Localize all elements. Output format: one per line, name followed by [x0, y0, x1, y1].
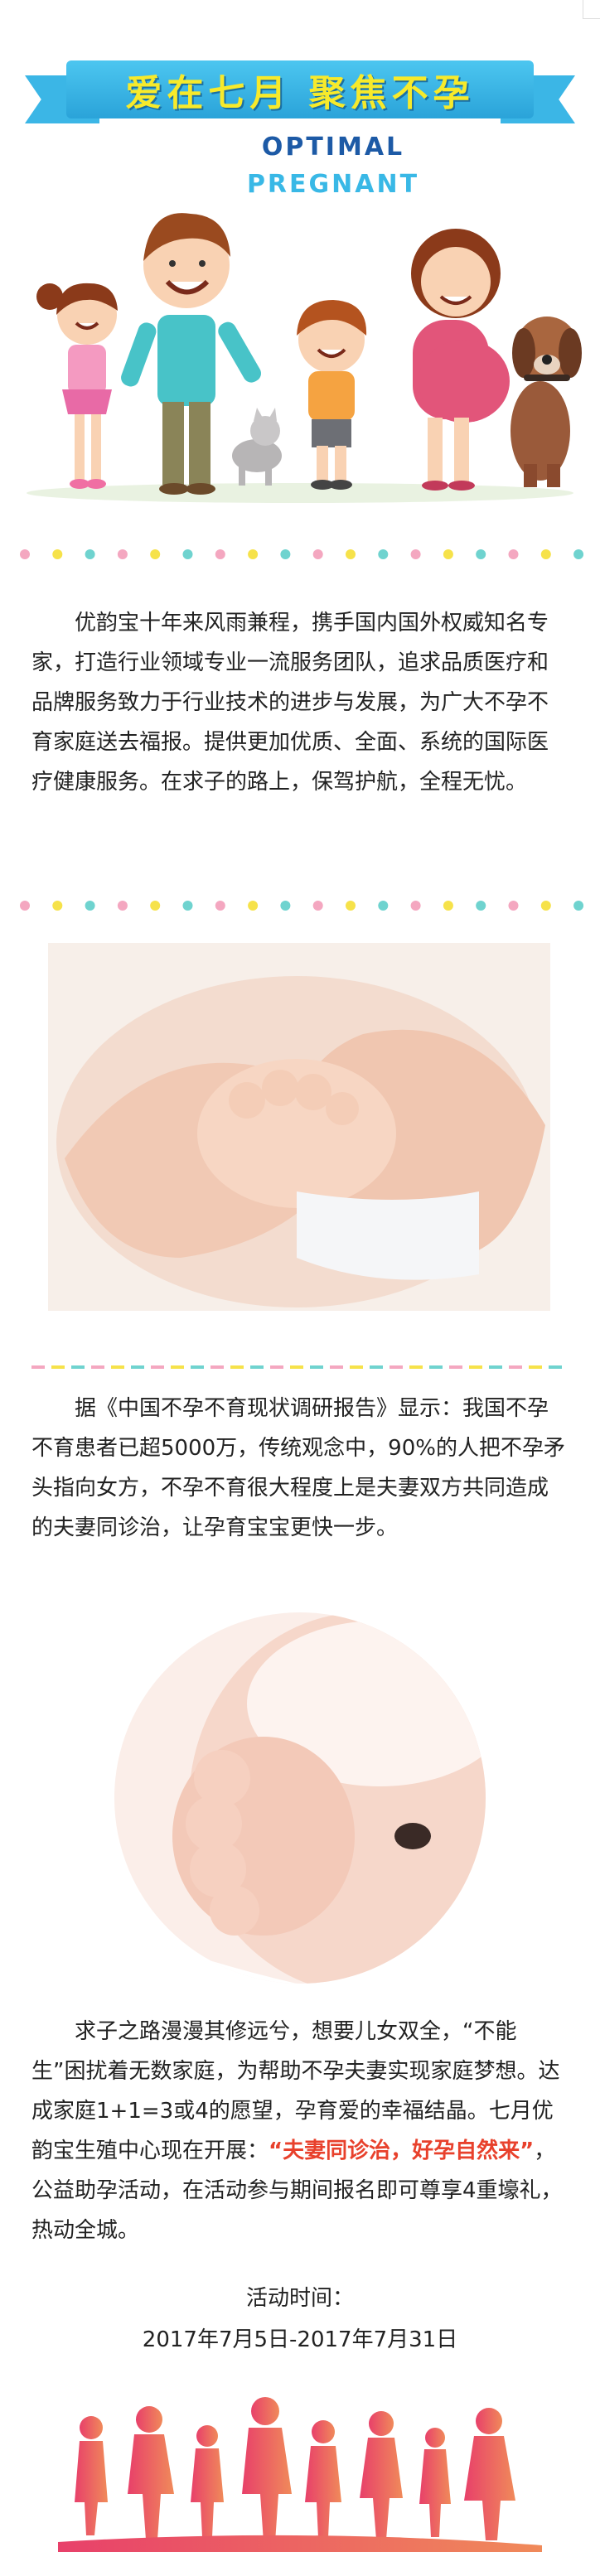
- decor-dash: [191, 1365, 204, 1369]
- decor-dash: [469, 1365, 482, 1369]
- decor-dot: [346, 901, 356, 911]
- decor-dot: [182, 549, 193, 559]
- decor-dash: [210, 1365, 224, 1369]
- decor-dash: [270, 1365, 283, 1369]
- decor-dash: [310, 1365, 323, 1369]
- cartoon-family-icon: [27, 213, 582, 503]
- decor-dot: [117, 549, 128, 559]
- decor-dash: [529, 1365, 542, 1369]
- decor-dot: [573, 901, 583, 911]
- banner-title: 爱在七月 聚焦不孕: [125, 72, 475, 114]
- decor-dash: [250, 1365, 264, 1369]
- title-banner: 爱在七月 聚焦不孕: [25, 46, 575, 145]
- decor-dot: [540, 901, 551, 911]
- corner-mark: [583, 0, 600, 19]
- decor-dot: [150, 549, 161, 559]
- decor-dash: [131, 1365, 144, 1369]
- decor-dot: [508, 901, 519, 911]
- decor-dot: [443, 549, 453, 559]
- decor-dot: [540, 549, 551, 559]
- decor-dash: [409, 1365, 423, 1369]
- decor-dot: [215, 901, 225, 911]
- decor-dash: [489, 1365, 502, 1369]
- decor-dash: [429, 1365, 443, 1369]
- activity-label: 活动时间：: [245, 2286, 354, 2311]
- mom-figure: [411, 229, 510, 491]
- decor-dot: [573, 549, 583, 559]
- decor-dot: [410, 901, 421, 911]
- decor-dash: [230, 1365, 244, 1369]
- intro-paragraph: 优韵宝十年来风雨兼程，携手国内国外权威知名专家，打造行业领域专业一流服务团队，追…: [31, 611, 549, 795]
- decor-dot: [150, 901, 161, 911]
- decor-dash: [91, 1365, 104, 1369]
- decor-dot: [280, 901, 291, 911]
- decor-dash: [350, 1365, 363, 1369]
- decor-dot: [280, 549, 291, 559]
- report-paragraph: 据《中国不孕不育现状调研报告》显示：我国不孕不育患者已超5000万，传统观念中，…: [31, 1396, 565, 1540]
- decor-dot: [410, 549, 421, 559]
- decor-dot: [476, 549, 486, 559]
- decor-dash: [290, 1365, 303, 1369]
- decor-dash: [71, 1365, 85, 1369]
- dot-divider-bottom: [20, 901, 583, 911]
- decor-dot: [248, 549, 259, 559]
- decor-dot: [85, 901, 95, 911]
- family-silhouette-icon: [58, 2397, 542, 2552]
- decor-dash: [111, 1365, 124, 1369]
- decor-dot: [52, 549, 63, 559]
- decor-dash: [390, 1365, 403, 1369]
- baby-photo: [114, 1612, 486, 1984]
- decor-dot: [20, 901, 30, 911]
- cat-figure: [232, 408, 282, 486]
- ribbon: 爱在七月 聚焦不孕: [66, 60, 534, 118]
- decor-dot: [248, 901, 259, 911]
- decor-dash: [151, 1365, 164, 1369]
- decor-dot: [52, 901, 63, 911]
- decor-dot: [508, 549, 519, 559]
- boy-figure: [297, 300, 367, 490]
- activity-dates: 2017年7月5日-2017年7月31日: [142, 2327, 458, 2352]
- decor-dot: [215, 549, 225, 559]
- decor-dot: [312, 901, 323, 911]
- decor-dot: [117, 901, 128, 911]
- decor-dot: [378, 549, 389, 559]
- campaign-highlight: “夫妻同诊治，好孕自然来”: [269, 2139, 535, 2163]
- decor-dash: [51, 1365, 65, 1369]
- decor-dot: [378, 901, 389, 911]
- decor-dot: [476, 901, 486, 911]
- campaign-paragraph: 求子之路漫漫其修远兮，想要儿女双全，“不能生”困扰着无数家庭，为帮助不孕夫妻实现…: [31, 2012, 569, 2250]
- decor-dot: [20, 549, 30, 559]
- decor-dot: [182, 901, 193, 911]
- decor-dash: [509, 1365, 522, 1369]
- dog-figure: [510, 317, 582, 487]
- decor-dash: [171, 1365, 184, 1369]
- decor-dot: [85, 549, 95, 559]
- decor-dash: [549, 1365, 562, 1369]
- decor-dot: [312, 549, 323, 559]
- decor-dash: [449, 1365, 462, 1369]
- decor-dash: [370, 1365, 383, 1369]
- decor-dot: [443, 901, 453, 911]
- girl-figure: [36, 283, 118, 489]
- decor-dash: [31, 1365, 45, 1369]
- decor-dot: [346, 549, 356, 559]
- decor-dash: [330, 1365, 343, 1369]
- dashed-divider: [31, 1365, 562, 1369]
- dot-divider-top: [20, 549, 583, 559]
- hands-photo: [48, 943, 550, 1311]
